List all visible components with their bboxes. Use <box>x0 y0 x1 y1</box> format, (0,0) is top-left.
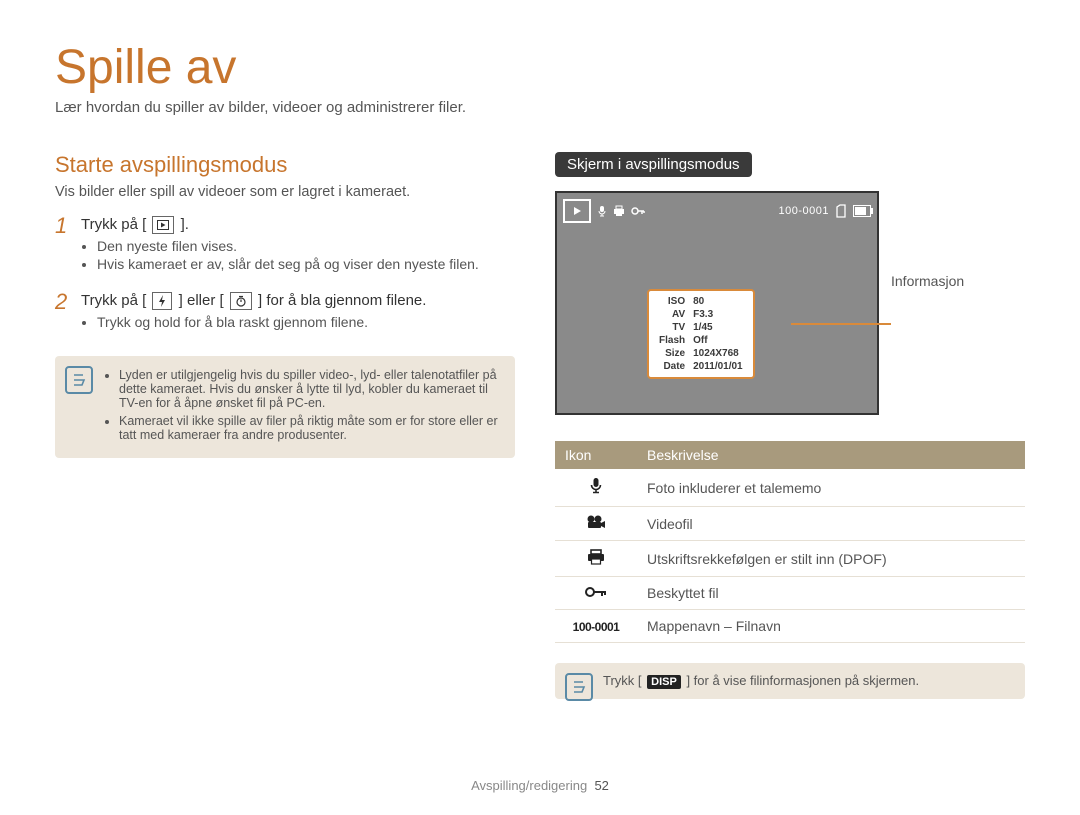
timer-icon <box>230 292 252 310</box>
info-val: Off <box>689 334 747 347</box>
text: ] for å vise filinformasjonen på skjerme… <box>686 673 919 688</box>
video-camera-icon <box>586 515 606 529</box>
info-highlight: ISO80 AVF3.3 TV1/45 FlashOff Size1024X76… <box>647 289 755 379</box>
folder-file-number: 100-0001 <box>779 205 830 217</box>
th-desc: Beskrivelse <box>637 441 1025 469</box>
step-2: 2 Trykk på [ ] eller [ <box>55 290 515 342</box>
icon-table: Ikon Beskrivelse Foto inkluderer et tale… <box>555 441 1025 643</box>
right-column: Skjerm i avspillingsmodus <box>555 152 1025 699</box>
printer-icon <box>613 205 625 217</box>
disp-badge: DISP <box>647 675 681 689</box>
key-icon <box>585 586 607 598</box>
bullet: Trykk og hold for å bla raskt gjennom fi… <box>97 314 515 330</box>
memory-card-icon <box>835 204 847 218</box>
table-row: Videofil <box>555 507 1025 541</box>
info-key: Date <box>655 360 689 373</box>
icon-desc: Videofil <box>637 507 1025 541</box>
table-row: Foto inkluderer et talememo <box>555 469 1025 507</box>
camera-screen: 100-0001 ISO80 AVF3.3 TV1/45 Flas <box>555 191 879 415</box>
screen-topbar: 100-0001 <box>563 199 871 223</box>
icon-desc: Mappenavn – Filnavn <box>637 610 1025 643</box>
info-val: 1/45 <box>689 321 747 334</box>
key-icon <box>631 206 645 216</box>
page-footer: Avspilling/redigering 52 <box>0 778 1080 793</box>
step-2-bullets: Trykk og hold for å bla raskt gjennom fi… <box>81 314 515 330</box>
note-box: Lyden er utilgjengelig hvis du spiller v… <box>55 356 515 458</box>
note-icon <box>565 673 593 701</box>
section-heading: Starte avspillingsmodus <box>55 152 515 178</box>
info-key: AV <box>655 308 689 321</box>
table-row: Beskyttet fil <box>555 577 1025 610</box>
callout-label: Informasjon <box>891 191 964 289</box>
step-1-text: Trykk på [ ]. <box>81 216 515 234</box>
step-2-text: Trykk på [ ] eller [ ] for å <box>81 292 515 310</box>
step-1-bullets: Den nyeste filen vises. Hvis kameraet er… <box>81 238 515 272</box>
info-val: 80 <box>689 295 747 308</box>
note-text: Trykk [ DISP ] for å vise filinformasjon… <box>603 673 1011 689</box>
note-box-disp: Trykk [ DISP ] for å vise filinformasjon… <box>555 663 1025 699</box>
table-row: 100-0001 Mappenavn – Filnavn <box>555 610 1025 643</box>
battery-icon <box>853 205 871 217</box>
screen-label: Skjerm i avspillingsmodus <box>555 152 752 177</box>
info-key: Size <box>655 347 689 360</box>
play-icon <box>152 216 174 234</box>
text: Trykk på [ <box>81 292 146 309</box>
info-val: 2011/01/01 <box>689 360 747 373</box>
note-item: Kameraet vil ikke spille av filer på rik… <box>119 414 501 442</box>
info-key: Flash <box>655 334 689 347</box>
text: ] eller [ <box>179 292 224 309</box>
table-row: Utskriftsrekkefølgen er stilt inn (DPOF) <box>555 541 1025 577</box>
footer-section: Avspilling/redigering <box>471 778 587 793</box>
info-key: ISO <box>655 295 689 308</box>
mic-icon <box>589 477 603 495</box>
screen-illustration-wrap: 100-0001 ISO80 AVF3.3 TV1/45 Flas <box>555 191 1025 415</box>
text: Trykk [ <box>603 673 642 688</box>
bullet: Den nyeste filen vises. <box>97 238 515 254</box>
step-number: 1 <box>55 214 81 284</box>
callout-line <box>791 323 891 325</box>
icon-desc: Utskriftsrekkefølgen er stilt inn (DPOF) <box>637 541 1025 577</box>
info-val: 1024X768 <box>689 347 747 360</box>
manual-page: Spille av Lær hvordan du spiller av bild… <box>0 0 1080 815</box>
page-number: 52 <box>594 778 608 793</box>
text: ]. <box>181 216 189 233</box>
play-icon <box>563 199 591 223</box>
icon-desc: Beskyttet fil <box>637 577 1025 610</box>
folder-file-label: 100-0001 <box>573 620 620 634</box>
icon-desc: Foto inkluderer et talememo <box>637 469 1025 507</box>
left-column: Starte avspillingsmodus Vis bilder eller… <box>55 152 515 699</box>
printer-icon <box>587 549 605 565</box>
text: Trykk på [ <box>81 216 146 233</box>
info-val: F3.3 <box>689 308 747 321</box>
section-lead: Vis bilder eller spill av videoer som er… <box>55 184 515 200</box>
page-title: Spille av <box>55 40 1025 95</box>
page-subtitle: Lær hvordan du spiller av bilder, videoe… <box>55 99 1025 116</box>
info-key: TV <box>655 321 689 334</box>
topbar-right: 100-0001 <box>779 204 872 218</box>
mic-icon <box>597 205 607 217</box>
step-number: 2 <box>55 290 81 342</box>
note-item: Lyden er utilgjengelig hvis du spiller v… <box>119 368 501 410</box>
th-icon: Ikon <box>555 441 637 469</box>
flash-icon <box>152 292 172 310</box>
note-icon <box>65 366 93 394</box>
bullet: Hvis kameraet er av, slår det seg på og … <box>97 256 515 272</box>
text: ] for å bla gjennom filene. <box>258 292 426 309</box>
topbar-left <box>563 199 645 223</box>
columns: Starte avspillingsmodus Vis bilder eller… <box>55 152 1025 699</box>
step-1: 1 Trykk på [ ]. Den nyeste filen <box>55 214 515 284</box>
